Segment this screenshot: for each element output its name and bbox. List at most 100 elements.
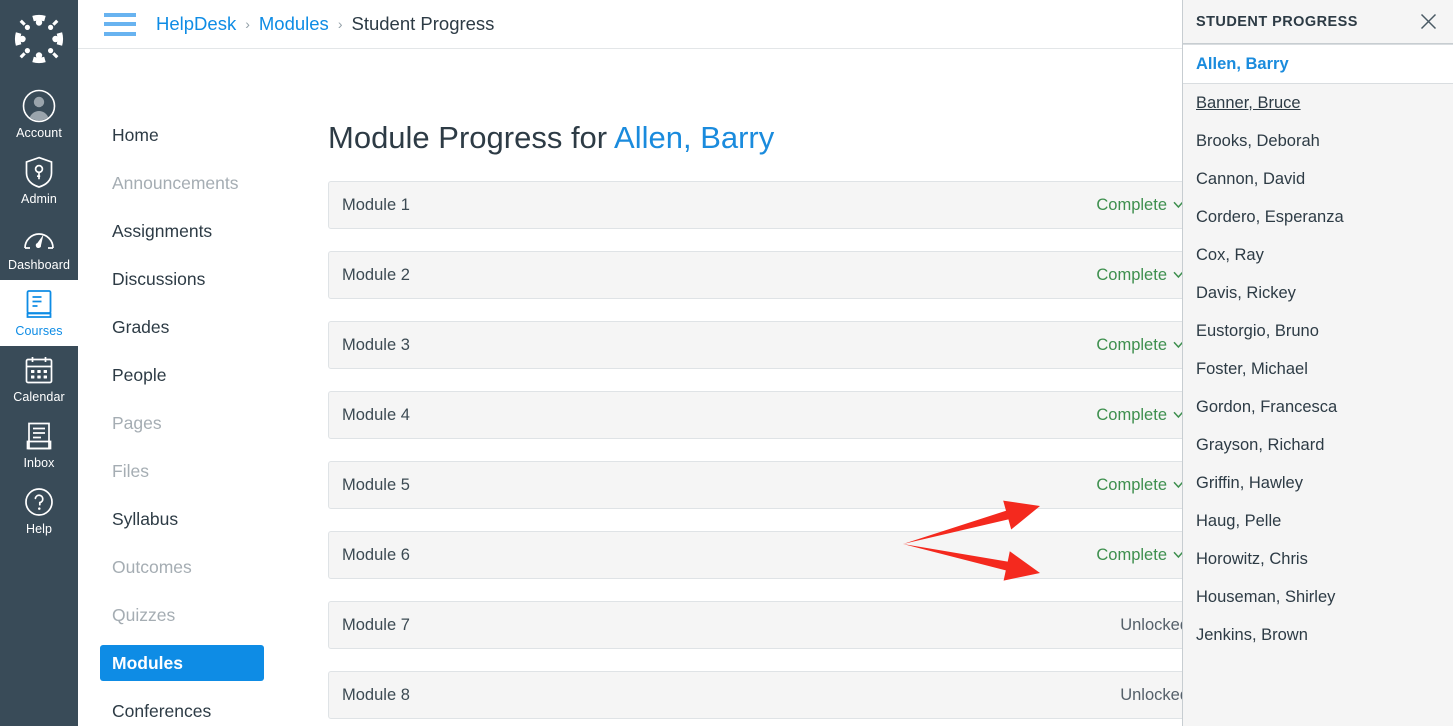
course-nav-item-quizzes[interactable]: Quizzes	[112, 597, 264, 633]
global-nav-item-calendar[interactable]: Calendar	[0, 346, 78, 412]
student-list: Allen, Barry Banner, Bruce Brooks, Deborah…	[1183, 44, 1453, 654]
course-nav-item-conferences[interactable]: Conferences	[112, 693, 264, 726]
module-name: Module 2	[342, 265, 410, 284]
question-circle-icon	[24, 485, 54, 519]
module-status: Complete	[1096, 474, 1189, 496]
page-title-student-link[interactable]: Allen, Barry	[614, 120, 774, 155]
student-list-item[interactable]: Brooks, Deborah	[1183, 122, 1453, 160]
student-list-item[interactable]: Davis, Rickey	[1183, 274, 1453, 312]
global-nav-label: Dashboard	[7, 258, 71, 272]
module-row[interactable]: Module 1 Complete	[328, 181, 1204, 229]
page-title-prefix: Module Progress for	[328, 120, 615, 155]
student-name: Jenkins, Brown	[1196, 625, 1308, 644]
course-nav-item-people[interactable]: People	[112, 357, 264, 393]
module-name: Module 8	[342, 685, 410, 704]
student-name: Foster, Michael	[1196, 359, 1308, 378]
module-row[interactable]: Module 8 Unlocked	[328, 671, 1204, 719]
close-icon[interactable]	[1417, 11, 1439, 33]
module-row[interactable]: Module 4 Complete	[328, 391, 1204, 439]
student-list-item[interactable]: Haug, Pelle	[1183, 502, 1453, 540]
canvas-logo[interactable]	[12, 12, 66, 66]
module-row[interactable]: Module 3 Complete	[328, 321, 1204, 369]
module-name: Module 5	[342, 475, 410, 494]
module-status-label: Complete	[1096, 405, 1167, 424]
breadcrumb-item-modules[interactable]: Modules	[259, 13, 329, 35]
student-list-item[interactable]: Gordon, Francesca	[1183, 388, 1453, 426]
student-list-item[interactable]: Cox, Ray	[1183, 236, 1453, 274]
tray-header: STUDENT PROGRESS	[1183, 0, 1453, 44]
course-nav-item-modules[interactable]: Modules	[100, 645, 264, 681]
student-list-item[interactable]: Banner, Bruce	[1183, 84, 1453, 122]
student-name: Griffin, Hawley	[1196, 473, 1303, 492]
student-progress-tray: STUDENT PROGRESS Allen, Barry Banner, Bru…	[1182, 0, 1453, 726]
student-list-item[interactable]: Cannon, David	[1183, 160, 1453, 198]
global-nav-label: Admin	[21, 192, 57, 206]
module-name: Module 6	[342, 545, 410, 564]
course-nav-item-announcements[interactable]: Announcements	[112, 165, 264, 201]
module-status-label: Unlocked	[1120, 615, 1189, 634]
student-name: Eustorgio, Bruno	[1196, 321, 1319, 340]
course-nav-item-grades[interactable]: Grades	[112, 309, 264, 345]
student-name: Houseman, Shirley	[1196, 587, 1336, 606]
global-nav-item-dashboard[interactable]: Dashboard	[0, 214, 78, 280]
module-row[interactable]: Module 5 Complete	[328, 461, 1204, 509]
module-status-label: Unlocked	[1120, 685, 1189, 704]
course-nav-item-assignments[interactable]: Assignments	[112, 213, 264, 249]
student-name: Cox, Ray	[1196, 245, 1264, 264]
global-nav-label: Help	[25, 522, 53, 536]
course-nav-item-outcomes[interactable]: Outcomes	[112, 549, 264, 585]
module-name: Module 1	[342, 195, 410, 214]
course-nav-item-home[interactable]: Home	[112, 117, 264, 153]
course-nav-item-syllabus[interactable]: Syllabus	[112, 501, 264, 537]
course-navigation: Home Announcements Assignments Discussions G…	[78, 49, 278, 726]
global-nav-label: Courses	[15, 324, 63, 338]
student-list-item[interactable]: Allen, Barry	[1183, 44, 1453, 84]
student-list-item[interactable]: Houseman, Shirley	[1183, 578, 1453, 616]
global-nav-label: Account	[16, 126, 62, 140]
student-name: Banner, Bruce	[1196, 93, 1301, 112]
breadcrumb-separator: ›	[245, 16, 250, 32]
tray-title: STUDENT PROGRESS	[1196, 13, 1358, 30]
module-status: Complete	[1096, 194, 1189, 216]
student-name: Davis, Rickey	[1196, 283, 1296, 302]
global-nav-item-help[interactable]: Help	[0, 478, 78, 544]
student-name: Horowitz, Chris	[1196, 549, 1308, 568]
module-row[interactable]: Module 6 Complete	[328, 531, 1204, 579]
student-list-item[interactable]: Cordero, Esperanza	[1183, 198, 1453, 236]
breadcrumb-item-student-progress: Student Progress	[351, 13, 495, 34]
breadcrumb-item-helpdesk[interactable]: HelpDesk	[156, 13, 236, 35]
student-list-item[interactable]: Foster, Michael	[1183, 350, 1453, 388]
global-navigation: Account Admin Dashboard Courses Calendar…	[0, 0, 78, 726]
global-nav-label: Calendar	[13, 390, 65, 404]
student-list-item[interactable]: Jenkins, Brown	[1183, 616, 1453, 654]
module-status-label: Complete	[1096, 475, 1167, 494]
hamburger-icon[interactable]	[104, 12, 136, 36]
student-list-item[interactable]: Eustorgio, Bruno	[1183, 312, 1453, 350]
course-nav-item-pages[interactable]: Pages	[112, 405, 264, 441]
module-progress-list: Module 1 Complete Module 2 Complete Module 3…	[328, 181, 1204, 726]
student-list-item[interactable]: Griffin, Hawley	[1183, 464, 1453, 502]
inbox-tray-icon	[25, 419, 53, 453]
student-list-item[interactable]: Horowitz, Chris	[1183, 540, 1453, 578]
course-nav-item-discussions[interactable]: Discussions	[112, 261, 264, 297]
module-status: Complete	[1096, 334, 1189, 356]
module-row[interactable]: Module 2 Complete	[328, 251, 1204, 299]
calendar-icon	[24, 353, 54, 387]
global-nav-label: Inbox	[23, 456, 55, 470]
global-nav-item-account[interactable]: Account	[0, 82, 78, 148]
global-nav-item-admin[interactable]: Admin	[0, 148, 78, 214]
student-list-item[interactable]: Grayson, Richard	[1183, 426, 1453, 464]
speedometer-icon	[23, 221, 55, 255]
module-name: Module 4	[342, 405, 410, 424]
course-nav-item-files[interactable]: Files	[112, 453, 264, 489]
module-status: Unlocked	[1120, 686, 1189, 705]
breadcrumb-separator: ›	[337, 16, 343, 32]
student-name: Allen, Barry	[1196, 54, 1289, 73]
module-status: Complete	[1096, 264, 1189, 286]
global-nav-item-courses[interactable]: Courses	[0, 280, 78, 346]
module-row[interactable]: Module 7 Unlocked	[328, 601, 1204, 649]
global-nav-item-inbox[interactable]: Inbox	[0, 412, 78, 478]
module-status-label: Complete	[1096, 545, 1167, 564]
module-status-label: Complete	[1096, 265, 1167, 284]
module-name: Module 3	[342, 335, 410, 354]
